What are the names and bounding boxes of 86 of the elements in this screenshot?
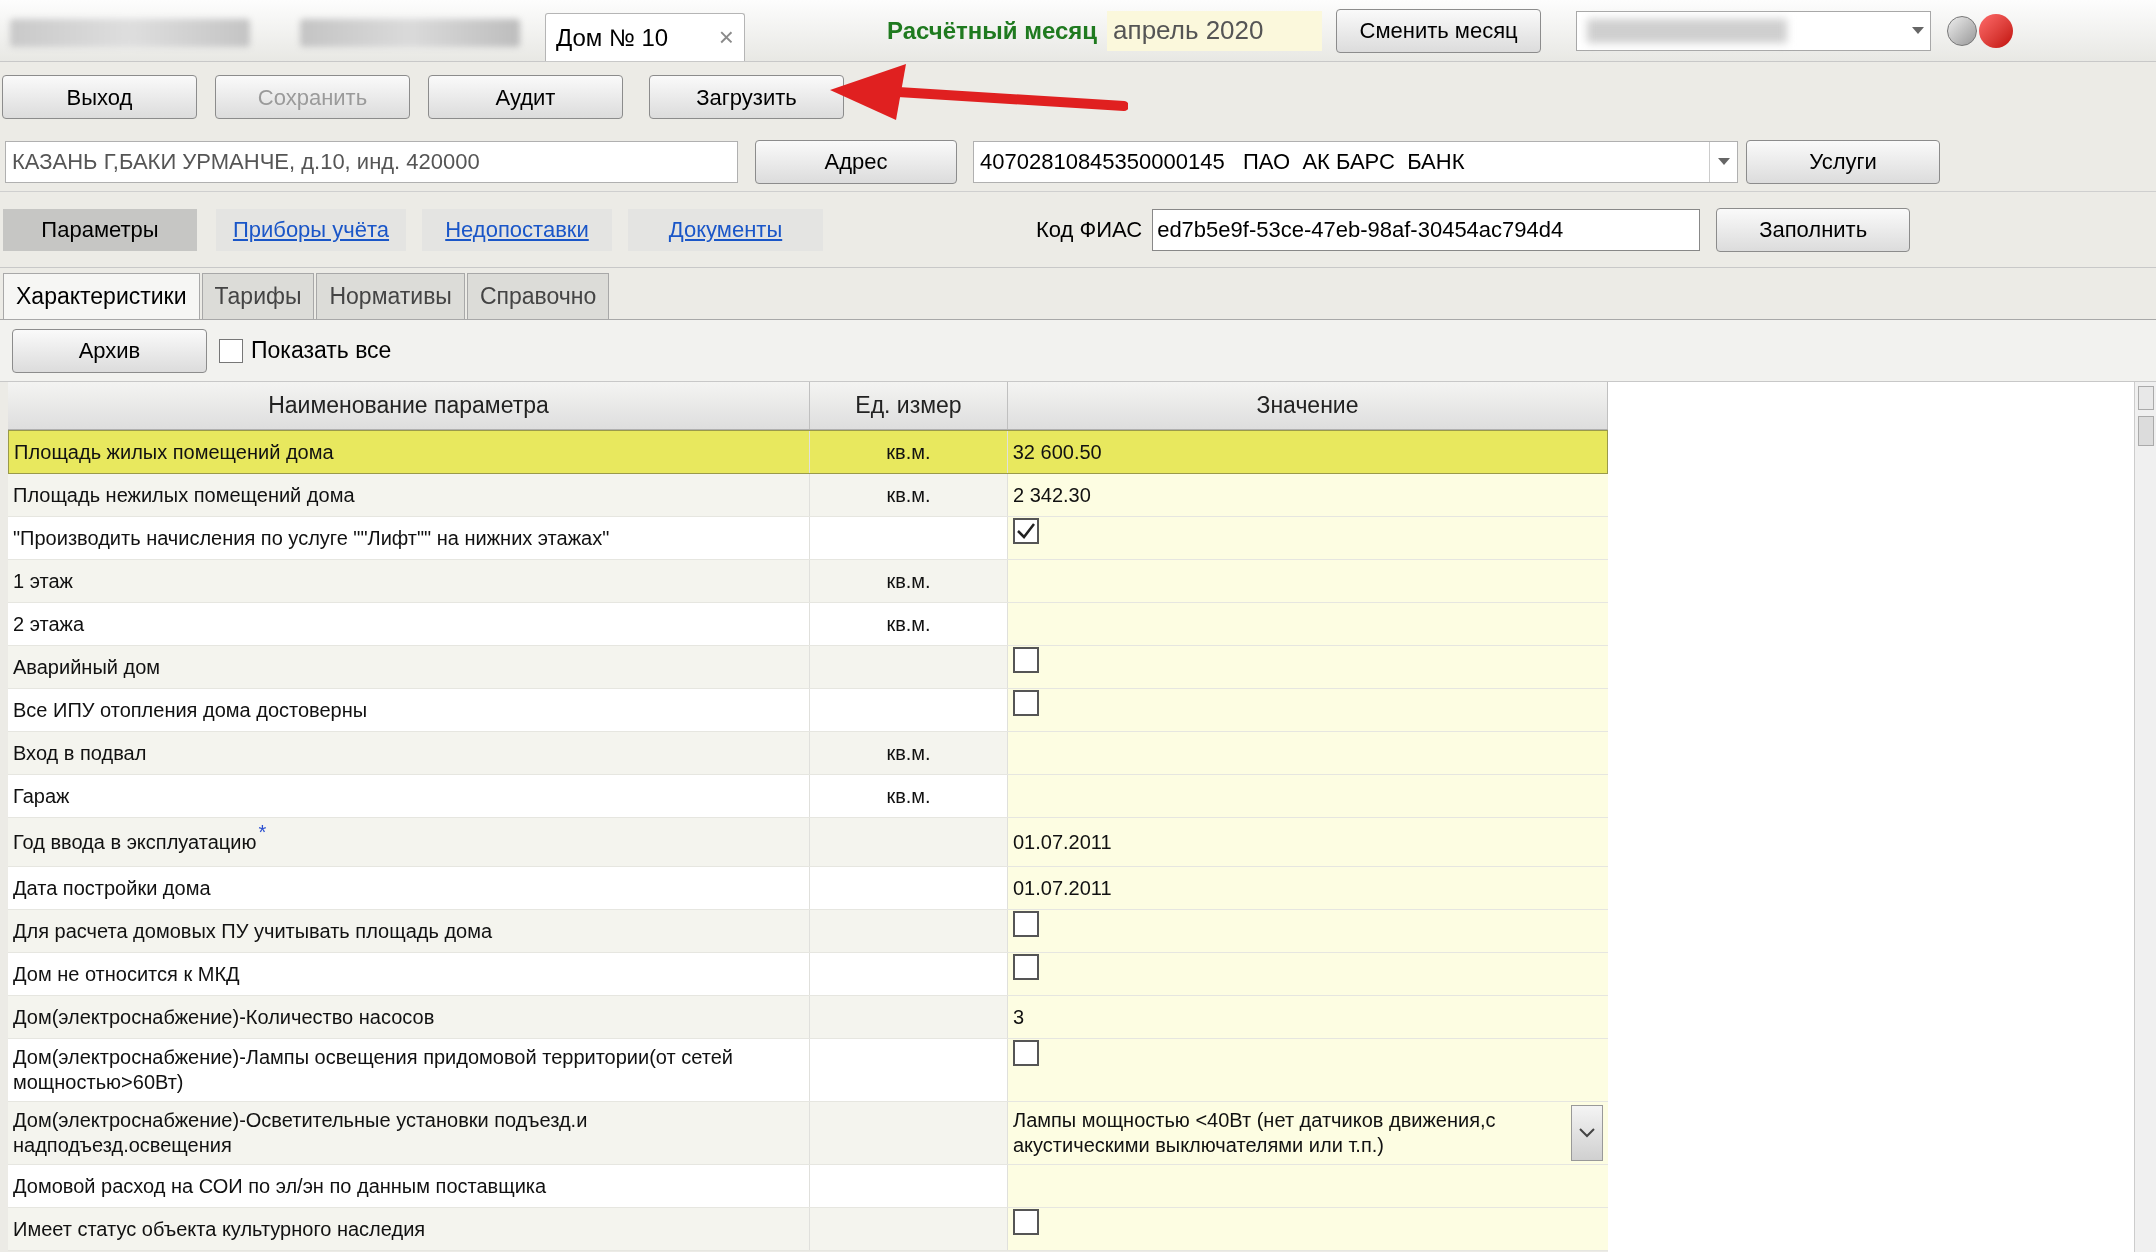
- scrollbar[interactable]: [2134, 382, 2156, 1252]
- column-header[interactable]: Наименование параметра: [8, 382, 810, 429]
- section-link[interactable]: Документы: [628, 208, 823, 251]
- parameter-name: Гараж: [13, 783, 70, 809]
- address-field[interactable]: КАЗАНЬ Г,БАКИ УРМАНЧЕ, д.10, инд. 420000: [5, 140, 738, 183]
- table-row[interactable]: 2 этажа кв.м.: [8, 603, 1608, 646]
- unit-text: кв.м.: [886, 483, 931, 508]
- month-label: Расчётный месяц: [887, 15, 1098, 46]
- change-month-button[interactable]: Сменить месяц: [1336, 8, 1542, 53]
- parameter-name: Дом(электроснабжение)-Лампы освещения придомовой территории(от сетей мощностью>60Вт): [13, 1045, 734, 1095]
- magnifier-icon[interactable]: [1947, 15, 1978, 46]
- parameter-name: Площадь жилых помещений дома: [14, 439, 334, 465]
- table-row[interactable]: "Производить начисления по услуге ""Лифт"" на нижних этажах": [8, 517, 1608, 560]
- fias-label: Код ФИАС: [1036, 216, 1143, 244]
- table-row[interactable]: Площадь нежилых помещений дома кв.м. 2 342.30: [8, 474, 1608, 517]
- selected-table-row[interactable]: Площадь жилых помещений дома кв.м. 32 600.50: [8, 430, 1608, 474]
- parameter-name: Для расчета домовых ПУ учитывать площадь дома: [13, 918, 493, 944]
- parameter-value: 01.07.2011: [1013, 830, 1112, 855]
- stop-icon[interactable]: [1979, 13, 2014, 48]
- section-tab[interactable]: Параметры: [3, 208, 197, 251]
- tab[interactable]: Характеристики: [3, 273, 200, 319]
- parameter-name: Дом не относится к МКД: [13, 961, 240, 987]
- toolbar-button[interactable]: Выход: [2, 75, 197, 119]
- table-row[interactable]: Дом(электроснабжение)-Осветительные установки подъезд.и надподъезд.освещения Лампы мощностью <40Вт (нет датчиков движения,с акустическими выключателями или т.п.): [8, 1102, 1608, 1165]
- checkbox[interactable]: [1013, 518, 1039, 544]
- checkbox[interactable]: [1013, 911, 1039, 937]
- parameter-name: "Производить начисления по услуге ""Лифт"" на нижних этажах": [13, 525, 610, 551]
- unit-text: кв.м.: [886, 612, 931, 637]
- table-row[interactable]: Все ИПУ отопления дома достоверны: [8, 689, 1608, 732]
- parameter-value: 32 600.50: [1012, 440, 1102, 465]
- parameter-name: 1 этаж: [13, 568, 73, 594]
- chevron-icon: [1579, 1128, 1595, 1138]
- parameter-value: Лампы мощностью <40Вт (нет датчиков движения,с акустическими выключателями или т.п.): [1013, 1108, 1497, 1158]
- tab[interactable]: Справочно: [466, 273, 610, 319]
- document-tab[interactable]: Дом № 10 ×: [545, 13, 745, 61]
- toolbar-button[interactable]: Загрузить: [649, 75, 844, 119]
- address-button[interactable]: Адрес: [755, 139, 957, 184]
- unit-text: кв.м.: [886, 440, 931, 465]
- checkbox[interactable]: [1013, 1040, 1039, 1066]
- table-row[interactable]: Для расчета домовых ПУ учитывать площадь дома: [8, 910, 1608, 953]
- table-row[interactable]: Дом(электроснабжение)-Количество насосов 3: [8, 996, 1608, 1039]
- tab[interactable]: Нормативы: [316, 273, 465, 319]
- dropdown-button[interactable]: [1571, 1105, 1603, 1161]
- parameter-name: Аварийный дом: [13, 654, 161, 680]
- parameter-value: 01.07.2011: [1013, 876, 1112, 901]
- caret-icon: [1912, 26, 1925, 35]
- table-row[interactable]: Имеет статус объекта культурного наследия: [8, 1208, 1608, 1251]
- month-field[interactable]: апрель 2020: [1107, 10, 1323, 51]
- toolbar-button[interactable]: Аудит: [428, 75, 623, 119]
- column-header[interactable]: Ед. измер: [810, 382, 1008, 429]
- show-all-checkbox[interactable]: Показать все: [219, 333, 392, 368]
- table-row[interactable]: Домовой расход на СОИ по эл/эн по данным поставщика: [8, 1165, 1608, 1208]
- parameter-name: Дом(электроснабжение)-Осветительные установки подъезд.и надподъезд.освещения: [13, 1108, 589, 1158]
- unit-text: кв.м.: [886, 569, 931, 594]
- checkbox[interactable]: [1013, 954, 1039, 980]
- parameter-name: 2 этажа: [13, 611, 84, 637]
- parameter-name: Вход в подвал: [13, 740, 147, 766]
- caret-icon: [1717, 157, 1730, 166]
- fias-field[interactable]: ed7b5e9f-53ce-47eb-98af-30454ac794d4: [1152, 208, 1701, 251]
- table-row[interactable]: Аварийный дом: [8, 646, 1608, 689]
- parameter-name: Площадь нежилых помещений дома: [13, 482, 355, 508]
- table-row[interactable]: Дом не относится к МКД: [8, 953, 1608, 996]
- parameter-name: Имеет статус объекта культурного наследия: [13, 1216, 426, 1242]
- fill-button[interactable]: Заполнить: [1716, 207, 1911, 252]
- parameter-name: Дата постройки дома: [13, 875, 211, 901]
- tab[interactable]: Тарифы: [201, 273, 315, 319]
- account-dropdown[interactable]: 40702810845350000145 ПАО АК БАРС БАНК: [973, 140, 1738, 183]
- unit-text: кв.м.: [886, 784, 931, 809]
- section-link[interactable]: Приборы учёта: [216, 208, 406, 251]
- table-row[interactable]: 1 этаж кв.м.: [8, 560, 1608, 603]
- unit-text: кв.м.: [886, 741, 931, 766]
- section-link[interactable]: Недопоставки: [422, 208, 612, 251]
- parameter-value: 3: [1013, 1005, 1025, 1030]
- archive-button[interactable]: Архив: [12, 328, 207, 373]
- table-row[interactable]: Дом(электроснабжение)-Лампы освещения придомовой территории(от сетей мощностью>60Вт): [8, 1039, 1608, 1102]
- table-row[interactable]: Вход в подвал кв.м.: [8, 732, 1608, 775]
- table-row[interactable]: Дата постройки дома 01.07.2011: [8, 867, 1608, 910]
- parameter-name: Домовой расход на СОИ по эл/эн по данным поставщика: [13, 1173, 547, 1199]
- table-row[interactable]: Гараж кв.м.: [8, 775, 1608, 818]
- parameter-name: Дом(электроснабжение)-Количество насосов: [13, 1004, 435, 1030]
- checkbox[interactable]: [1013, 1209, 1039, 1235]
- checkbox[interactable]: [1013, 690, 1039, 716]
- parameter-value: 2 342.30: [1013, 483, 1091, 508]
- services-button[interactable]: Услуги: [1746, 139, 1940, 184]
- checkbox[interactable]: [1013, 647, 1039, 673]
- parameter-name: Все ИПУ отопления дома достоверны: [13, 697, 368, 723]
